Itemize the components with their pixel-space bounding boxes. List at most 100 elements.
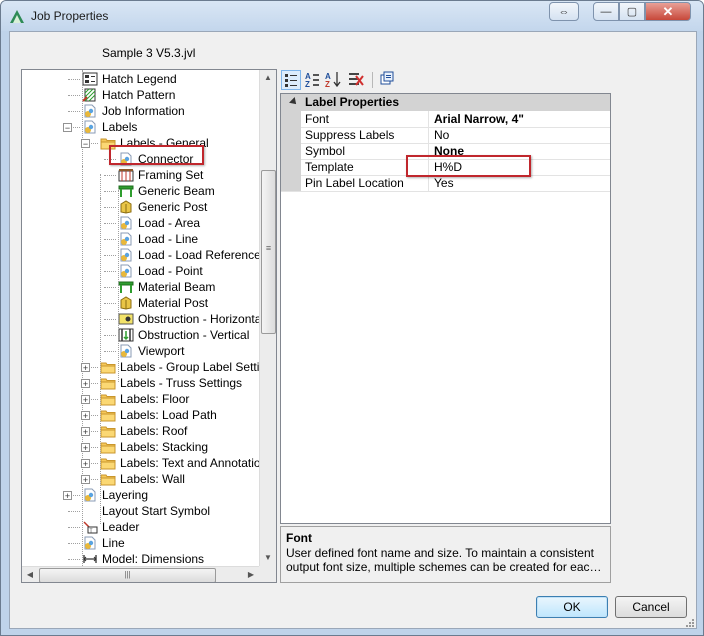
tree-item-label: Leader bbox=[102, 520, 140, 534]
tree-item-label: Layout Start Symbol bbox=[102, 504, 211, 518]
tree-vertical-scrollbar[interactable]: ▲ ≡ ▼ bbox=[259, 70, 276, 566]
collapse-triangle-icon[interactable] bbox=[289, 97, 299, 107]
tree-item[interactable]: Model: Dimensions bbox=[82, 551, 205, 567]
row-gutter bbox=[281, 175, 301, 191]
scroll-up-arrow-icon[interactable]: ▲ bbox=[260, 70, 276, 86]
tree-connector-line bbox=[118, 190, 119, 382]
row-gutter bbox=[281, 127, 301, 143]
tree-item[interactable]: Hatch Legend bbox=[82, 71, 178, 87]
tree-item[interactable]: Material Post bbox=[118, 295, 209, 311]
tree-expander-icon[interactable]: − bbox=[63, 123, 72, 133]
tree-connector-line bbox=[104, 255, 116, 256]
tree-item[interactable]: Layering bbox=[82, 487, 149, 503]
property-row[interactable]: Font Arial Narrow, 4" bbox=[281, 111, 610, 128]
property-name: Suppress Labels bbox=[305, 128, 395, 142]
tree-expander-icon[interactable]: + bbox=[81, 379, 90, 389]
property-row[interactable]: Suppress Labels No bbox=[281, 127, 610, 144]
property-value[interactable]: No bbox=[434, 128, 449, 142]
tree-expander-icon[interactable]: + bbox=[81, 411, 90, 421]
svg-text:Z: Z bbox=[325, 80, 330, 88]
scroll-thumb[interactable]: ≡ bbox=[261, 170, 276, 334]
obstruction-h-icon bbox=[118, 312, 134, 326]
tree-item[interactable]: Labels: Roof bbox=[100, 423, 188, 439]
property-row[interactable]: Pin Label Location Yes bbox=[281, 175, 610, 192]
description-panel: Font User defined font name and size. To… bbox=[280, 526, 611, 583]
title-bar[interactable]: Job Properties ⇔ — ▢ ✕ bbox=[1, 1, 703, 31]
close-button[interactable]: ✕ bbox=[645, 2, 691, 21]
tree-item[interactable]: Obstruction - Vertical bbox=[118, 327, 250, 343]
tree-item[interactable]: Layout Start Symbol bbox=[82, 503, 211, 519]
tree-connector-line bbox=[104, 223, 116, 224]
tree-item-label: Obstruction - Vertical bbox=[138, 328, 250, 342]
folder-icon bbox=[100, 440, 116, 454]
back-button[interactable]: ⇔ bbox=[549, 2, 579, 21]
minimize-button[interactable]: — bbox=[593, 2, 619, 21]
tree-item[interactable]: Generic Beam bbox=[118, 183, 216, 199]
tree-item[interactable]: Load - Point bbox=[118, 263, 204, 279]
column-divider[interactable] bbox=[428, 127, 429, 143]
tree-expander-icon[interactable]: + bbox=[81, 363, 90, 373]
category-label-properties[interactable]: Label Properties bbox=[281, 94, 610, 111]
tree-expander-icon[interactable]: − bbox=[81, 139, 90, 149]
tree-item[interactable]: Labels: Wall bbox=[100, 471, 186, 487]
tree-expander-icon[interactable]: + bbox=[81, 427, 90, 437]
column-divider[interactable] bbox=[428, 175, 429, 191]
tree-expander-icon[interactable]: + bbox=[81, 395, 90, 405]
reset-button[interactable] bbox=[347, 70, 367, 90]
tree-item[interactable]: Labels: Stacking bbox=[100, 439, 209, 455]
maximize-button[interactable]: ▢ bbox=[619, 2, 645, 21]
document-icon bbox=[118, 264, 134, 278]
tree-item[interactable]: Load - Load Reference Arrow bbox=[118, 247, 276, 263]
tree-item[interactable]: Labels: Load Path bbox=[100, 407, 218, 423]
app-icon bbox=[10, 10, 24, 23]
connector-highlight-box bbox=[109, 145, 204, 165]
hscroll-thumb[interactable]: ||| bbox=[39, 568, 216, 582]
tree-item[interactable]: Load - Area bbox=[118, 215, 201, 231]
scroll-down-arrow-icon[interactable]: ▼ bbox=[260, 550, 276, 566]
tree-item[interactable]: Labels bbox=[82, 119, 138, 135]
property-value[interactable]: Arial Narrow, 4" bbox=[434, 112, 524, 126]
tree-item[interactable]: Hatch Pattern bbox=[82, 87, 176, 103]
tree-item[interactable]: Generic Post bbox=[118, 199, 208, 215]
tree-item-label: Load - Area bbox=[138, 216, 201, 230]
tree-item[interactable]: Viewport bbox=[118, 343, 185, 359]
alphabetical-icon: A Z bbox=[305, 72, 319, 89]
tree-item[interactable]: Labels: Floor bbox=[100, 391, 190, 407]
scroll-left-arrow-icon[interactable]: ◀ bbox=[22, 567, 38, 582]
ok-button[interactable]: OK bbox=[536, 596, 608, 618]
tree-item-label: Material Post bbox=[138, 296, 209, 310]
categorized-button[interactable] bbox=[281, 70, 301, 90]
document-icon bbox=[118, 344, 134, 358]
sort-az-button[interactable]: A Z bbox=[324, 70, 344, 90]
tree-item[interactable]: Framing Set bbox=[118, 167, 204, 183]
cancel-button[interactable]: Cancel bbox=[615, 596, 687, 618]
property-toolbar: A Z A Z bbox=[280, 68, 410, 92]
tree-connector-line bbox=[68, 95, 80, 96]
tree-item[interactable]: Load - Line bbox=[118, 231, 199, 247]
document-icon bbox=[82, 536, 98, 550]
tree-item[interactable]: Labels - Truss Settings bbox=[100, 375, 243, 391]
tree-expander-icon[interactable]: + bbox=[81, 459, 90, 469]
scroll-right-arrow-icon[interactable]: ▶ bbox=[243, 567, 259, 582]
tree-expander-icon[interactable]: + bbox=[81, 475, 90, 485]
property-value[interactable]: Yes bbox=[434, 176, 454, 190]
sort-az-icon: A Z bbox=[325, 72, 341, 89]
tree-item[interactable]: Material Beam bbox=[118, 279, 216, 295]
tree-item[interactable]: Labels - Group Label Settings bbox=[100, 359, 276, 375]
property-pages-button[interactable] bbox=[378, 70, 398, 90]
tree-item[interactable]: Obstruction - Horizontal bbox=[118, 311, 265, 327]
alphabetical-button[interactable]: A Z bbox=[303, 70, 323, 90]
tree-expander-icon[interactable]: + bbox=[63, 491, 72, 501]
tree-item[interactable]: T Leader bbox=[82, 519, 140, 535]
tree-item[interactable]: Job Information bbox=[82, 103, 186, 119]
tree-item-label: Obstruction - Horizontal bbox=[138, 312, 265, 326]
toolbar-separator bbox=[372, 72, 373, 88]
leader-icon: T bbox=[82, 520, 98, 535]
tree-horizontal-scrollbar[interactable]: ◀ ||| ▶ bbox=[22, 566, 259, 582]
tree-item[interactable]: Labels: Text and Annotation bbox=[100, 455, 268, 471]
tree-item[interactable]: Line bbox=[82, 535, 126, 551]
column-divider[interactable] bbox=[428, 111, 429, 127]
resize-grip-icon[interactable] bbox=[685, 618, 695, 628]
tree-expander-icon[interactable]: + bbox=[81, 443, 90, 453]
tree-item-label: Labels: Floor bbox=[120, 392, 190, 406]
